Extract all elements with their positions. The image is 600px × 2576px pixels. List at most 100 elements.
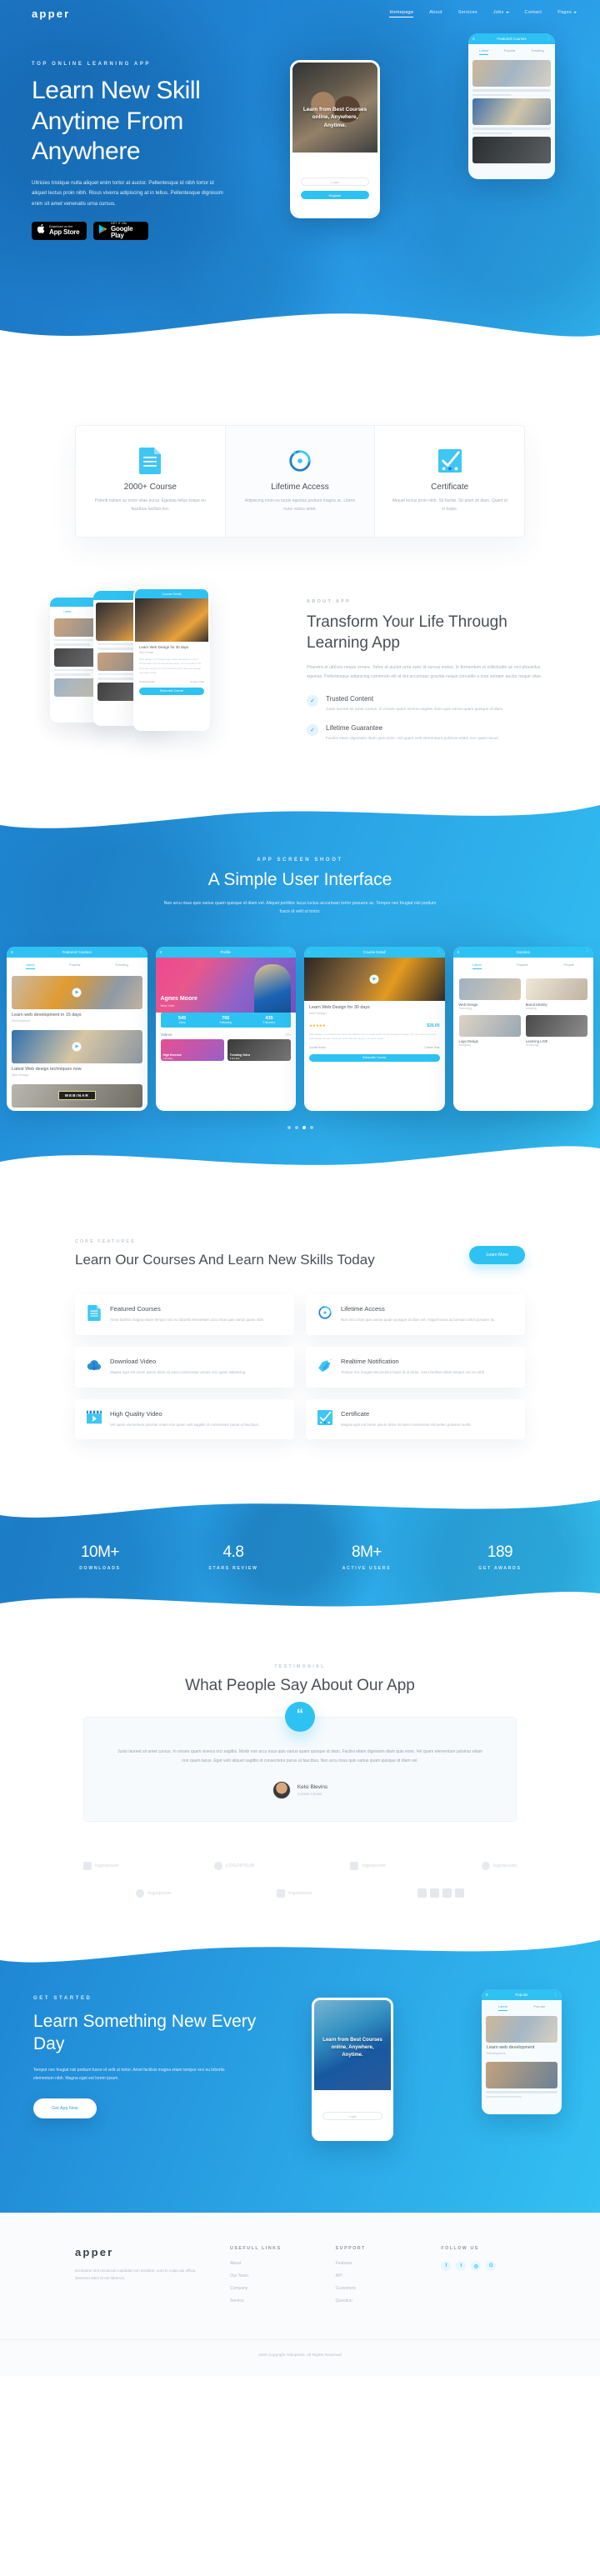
footer-logo[interactable]: apper — [75, 2246, 208, 2258]
logo-row-1: logoipsum LOGOIPSUM logoipsum logoipsum — [83, 1862, 517, 1871]
tab-latest[interactable]: Latest — [498, 2004, 508, 2012]
grid-sub: Technology — [458, 1006, 472, 1010]
app-screens-carousel[interactable]: ≡ Featured Courses ⋮ Latest Popular Tren… — [0, 946, 600, 1111]
nav-item-homepage[interactable]: Homepage — [389, 10, 414, 18]
stat-label: GET AWARDS — [478, 1565, 522, 1571]
phone-titlebar: ≡ Popular ⋮ — [482, 1989, 562, 2001]
video-item[interactable]: Trending Video 3.3k Likes — [227, 1038, 291, 1061]
course-image — [12, 1029, 142, 1063]
google-play-button[interactable]: GET IT ON Google Play — [93, 222, 148, 240]
footer-link-customers[interactable]: Customers — [336, 2286, 420, 2291]
learn-more-button[interactable]: Learn More — [469, 1245, 525, 1264]
hero-eyebrow: TOP ONLINE LEARNING APP — [32, 62, 152, 67]
subscribe-course-button[interactable]: Subscribe Course — [309, 1053, 440, 1062]
nav-item-about[interactable]: About — [429, 10, 442, 18]
nav-label: Homepage — [389, 10, 414, 15]
phone-tab-trending[interactable]: Trending — [531, 48, 544, 55]
hamburger-icon: ≡ — [472, 36, 475, 42]
login-input[interactable]: Login — [322, 2112, 382, 2121]
logo-mark-icon — [429, 1888, 439, 1898]
subscribe-course-button[interactable]: Subscribe Course — [139, 687, 204, 695]
carousel-dot[interactable] — [287, 1125, 291, 1129]
videos-header: Videos ‹ / › — [156, 1028, 297, 1039]
core-features-section: CORE FEATURES Learn Our Courses And Lear… — [75, 1239, 525, 1440]
footer-column-title: FOLLOW US — [441, 2246, 479, 2252]
footer-link-about[interactable]: About — [230, 2261, 314, 2266]
phone-tab-popular[interactable]: Popular — [504, 48, 516, 55]
footer-link-features[interactable]: Features — [336, 2261, 420, 2266]
twitter-icon[interactable]: t — [456, 2261, 467, 2272]
google-plus-icon[interactable]: G — [486, 2261, 497, 2272]
chevron-down-icon — [573, 12, 577, 13]
register-button[interactable]: Register — [301, 191, 369, 199]
footer-link-service[interactable]: Service — [230, 2298, 314, 2303]
grid-sub: Technology — [525, 1043, 539, 1047]
more-icon: ⋮ — [288, 949, 292, 953]
footer-link-company[interactable]: Company — [230, 2286, 314, 2291]
nav-item-pages[interactable]: Pages — [558, 10, 577, 18]
tab-trending[interactable]: Trending — [115, 963, 128, 969]
stat-active-users: 8M+ ACTIVE USERS — [300, 1543, 433, 1571]
play-icon[interactable] — [72, 988, 82, 997]
grid-thumb — [458, 1014, 521, 1037]
footer-link-our-team[interactable]: Our Team — [230, 2273, 314, 2278]
course-time-label: Course Time — [424, 1045, 440, 1049]
tab-popular[interactable]: Popular — [533, 2004, 545, 2011]
carousel-dot[interactable] — [309, 1125, 313, 1129]
video-likes: 3.3k Likes — [229, 1057, 240, 1060]
logo-mark-icon — [417, 1888, 427, 1898]
footer-link-question[interactable]: Question — [336, 2298, 420, 2303]
stat-value: 4.8 — [222, 1543, 244, 1561]
instagram-icon[interactable]: ◎ — [471, 2261, 482, 2272]
partner-social-marks — [417, 1888, 464, 1898]
video-item[interactable]: High Exercise 1.1k Likes — [160, 1038, 224, 1061]
brand-logo[interactable]: apper — [32, 8, 70, 20]
login-input[interactable]: Login — [301, 178, 369, 186]
tab-popular[interactable]: Popular — [517, 963, 528, 969]
stat-label: Followers — [262, 1020, 276, 1024]
partner-logo: logoipsum — [136, 1888, 172, 1898]
stat-label: Likes — [178, 1020, 186, 1024]
back-icon[interactable]: ‹ — [308, 950, 309, 954]
nav-item-contact[interactable]: Contact — [525, 10, 542, 18]
play-icon[interactable] — [369, 974, 379, 983]
hero-section: apper Homepage About Services Jobs Conta… — [0, 0, 600, 350]
grid-thumb — [525, 978, 588, 1000]
carousel-dot-active[interactable] — [302, 1125, 306, 1129]
stat-likes: 545 Likes — [161, 1016, 204, 1024]
app-screens-title: A Simple User Interface — [208, 869, 392, 889]
facebook-icon[interactable]: f — [441, 2261, 452, 2272]
nav-item-services[interactable]: Services — [458, 10, 478, 18]
carousel-dot[interactable] — [294, 1125, 298, 1129]
about-point-guarantee: ✓ Lifetime Guarantee Facilisi etiam dign… — [307, 724, 550, 743]
phone-titlebar: ≡ Featured Courses ⋮ — [7, 946, 148, 958]
get-app-now-button[interactable]: Get App Now — [33, 2098, 97, 2118]
phone-tab-latest[interactable]: Latest — [63, 610, 71, 613]
video-list: High Exercise 1.1k Likes Trending Video … — [156, 1038, 297, 1066]
cta-title: Learn Something New Every Day — [33, 2012, 257, 2054]
grid-item[interactable]: Brand Identity Branding — [523, 976, 590, 1013]
grid-item[interactable]: Logo Design Designing — [457, 1013, 523, 1049]
grid-item[interactable]: Web Design Technology — [457, 976, 523, 1013]
tab-latest[interactable]: Latest — [472, 963, 482, 969]
tab-people[interactable]: People — [563, 963, 573, 969]
google-play-icon — [98, 223, 108, 238]
grid-item[interactable]: Learning LIVE Technology — [523, 1013, 590, 1049]
footer-link-api[interactable]: API — [336, 2273, 420, 2278]
phone-tab-latest[interactable]: Latest — [479, 48, 489, 55]
core-card-title: High Quality Video — [110, 1409, 162, 1418]
app-store-big: App Store — [49, 228, 80, 237]
notification-tag-icon — [318, 1358, 332, 1373]
carousel-arrows[interactable]: ‹ / › — [285, 1033, 291, 1037]
video-title: High Exercise — [162, 1053, 182, 1057]
check-circle-icon: ✓ — [307, 695, 318, 707]
carousel-dots[interactable] — [0, 1125, 600, 1129]
app-store-button[interactable]: Download on the App Store — [32, 221, 87, 240]
highlight-title: Lifetime Access — [271, 483, 329, 492]
tab-popular[interactable]: Popular — [69, 963, 81, 969]
tab-latest[interactable]: Latest — [25, 963, 35, 969]
course-author-label: Course Author — [309, 1045, 327, 1049]
play-icon[interactable] — [72, 1042, 82, 1051]
course-thumb — [472, 137, 551, 164]
nav-item-jobs[interactable]: Jobs — [493, 10, 509, 18]
